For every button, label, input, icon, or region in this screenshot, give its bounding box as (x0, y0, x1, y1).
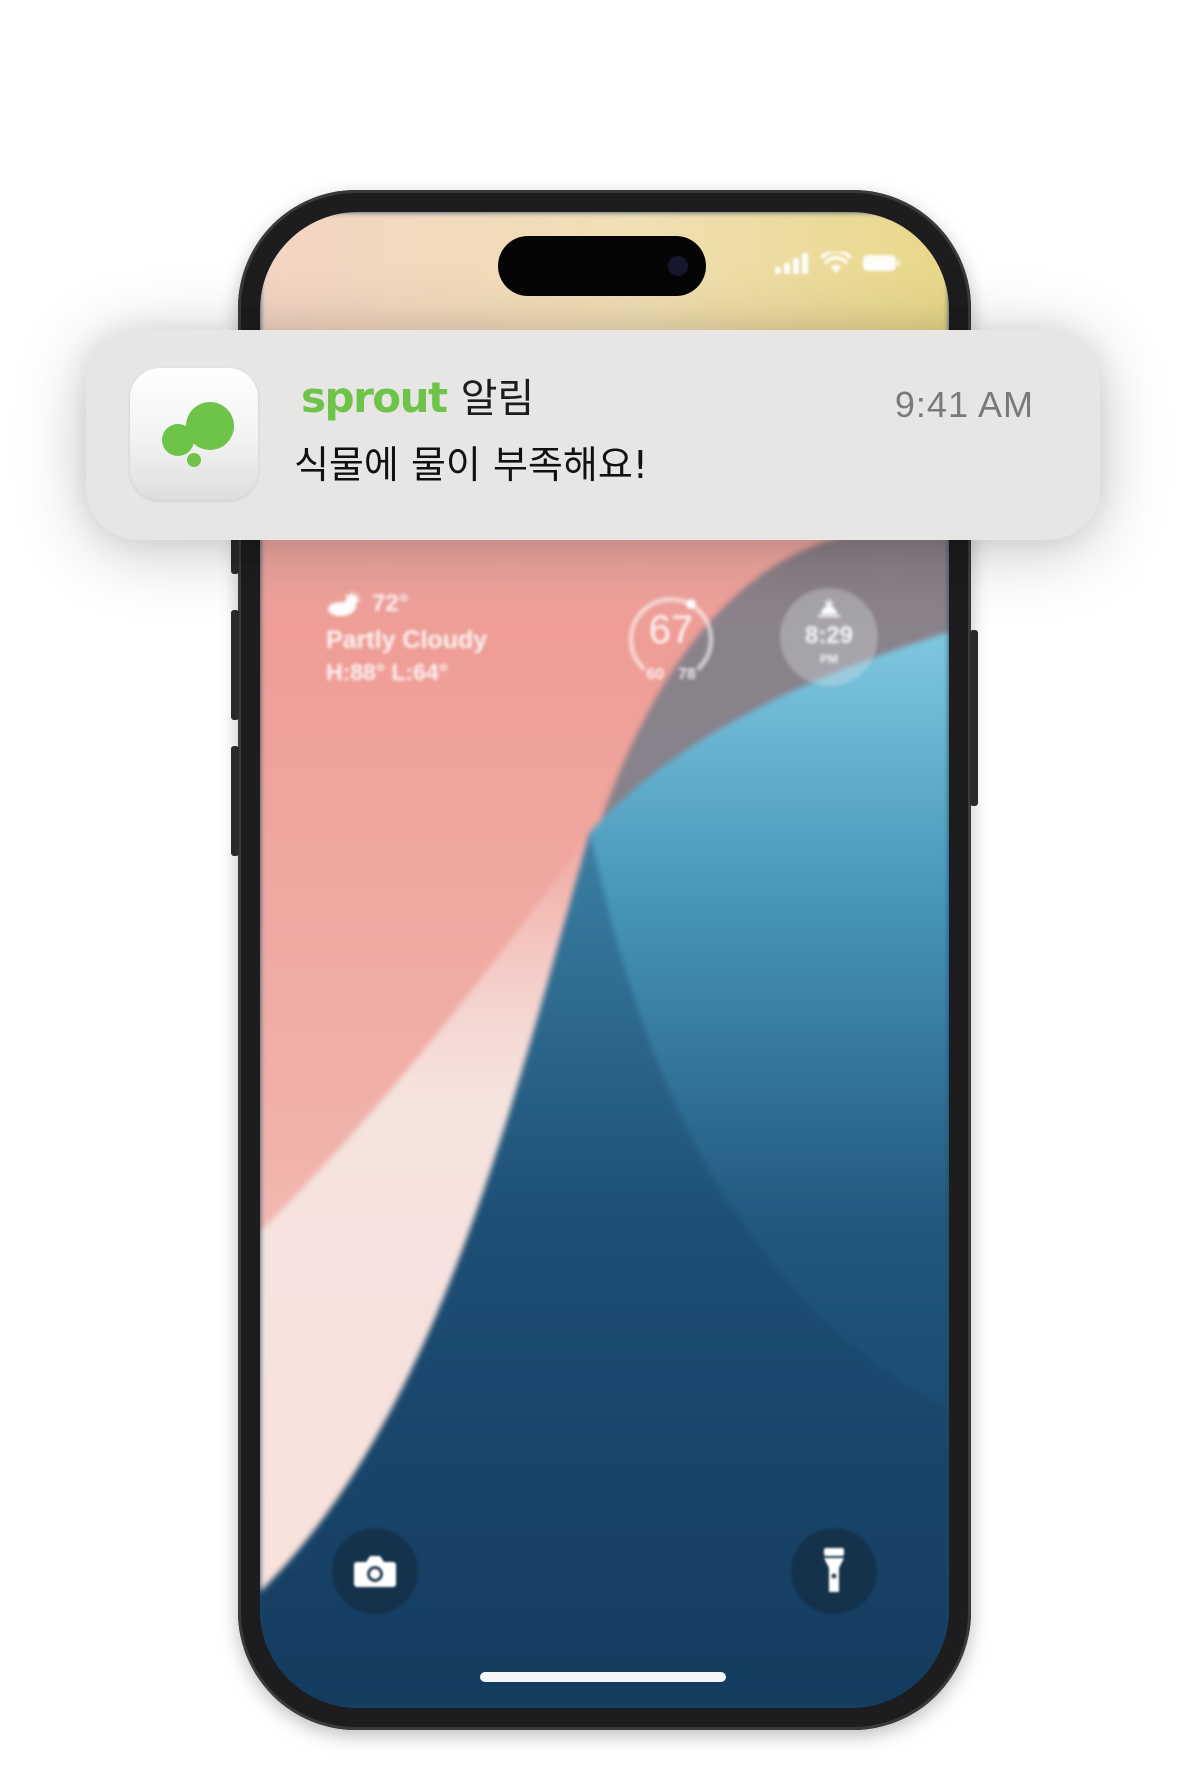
home-indicator[interactable] (480, 1672, 726, 1682)
weather-high-low: H:88° L:64° (326, 659, 448, 685)
flashlight-icon (824, 1548, 844, 1592)
gauge-high: 78 (678, 666, 696, 683)
gauge-low: 60 (646, 666, 664, 683)
sunset-icon (818, 599, 840, 617)
temperature-gauge-widget[interactable]: 67 60 78 (623, 588, 719, 684)
weather-widget[interactable]: 72° Partly Cloudy H:88° L:64° (326, 590, 487, 686)
notification-time: 9:41 AM (894, 384, 1034, 425)
notification-message: 식물에 물이 부족해요! (294, 443, 649, 487)
weather-condition: Partly Cloudy (326, 626, 488, 654)
partly-cloudy-icon (328, 591, 361, 616)
camera-icon (354, 1556, 396, 1587)
weather-temperature: 72° (372, 590, 409, 617)
gauge-current-temp: 67 (648, 608, 694, 652)
camera-button[interactable] (332, 1528, 418, 1614)
gauge-range: 60 78 (623, 666, 719, 684)
push-notification[interactable]: sprout 알림 식물에 물이 부족해요! 9:41 AM (86, 330, 1100, 540)
sunset-widget[interactable]: 8:29 PM (780, 588, 878, 686)
flashlight-button[interactable] (791, 1528, 877, 1614)
app-name: sprout (301, 373, 448, 422)
mockup-stage: 72° Partly Cloudy H:88° L:64° 67 60 78 8… (0, 0, 1186, 1766)
notification-title: sprout 알림 (301, 366, 534, 424)
app-icon (130, 368, 258, 500)
sunset-time: 8:29 (804, 622, 854, 649)
notification-title-suffix: 알림 (460, 376, 535, 422)
volume-down-button (231, 746, 239, 856)
volume-up-button (231, 610, 239, 720)
sunset-period: PM (820, 652, 838, 666)
sprout-bubbles-icon (162, 402, 234, 467)
power-button (970, 630, 978, 806)
